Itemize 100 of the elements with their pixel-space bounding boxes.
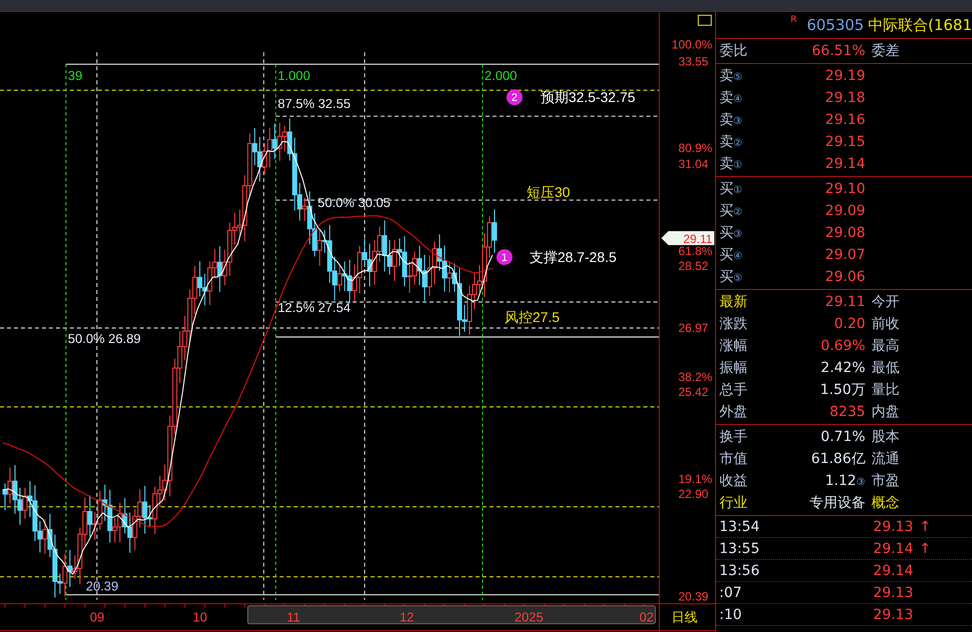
percent-label: 61.8%: [678, 244, 712, 258]
trade-price: 29.13: [872, 584, 914, 600]
price-label: 25.42: [678, 384, 708, 399]
field-label: 市值: [719, 450, 748, 468]
field-value: 0.71%: [820, 429, 866, 445]
grid-label: 2.000: [484, 68, 517, 84]
field-label: 最新: [719, 293, 748, 311]
price-label: 22.90: [678, 486, 708, 501]
order-level-label: 买④: [719, 246, 744, 264]
price-label: 26.97: [678, 321, 708, 335]
field-label: 涨跌: [719, 315, 748, 333]
stock-name: 中际联合(1681: [868, 16, 972, 34]
field-label: 最低: [871, 359, 900, 377]
price-label: 33.55: [678, 54, 708, 68]
percent-label: 19.1%: [678, 472, 712, 486]
order-price: 29.07: [824, 247, 866, 263]
field-label: 振幅: [719, 359, 748, 377]
trade-direction: ↑: [919, 540, 932, 556]
price-label: 28.52: [678, 259, 708, 274]
trade-time: :07: [719, 584, 743, 600]
field-label: 行业: [719, 494, 748, 512]
date-label: 10: [192, 610, 208, 625]
date-label: 2025: [514, 610, 544, 625]
price-label: 20.39: [678, 590, 708, 604]
fibonacci-label: 12.5% 27.54: [278, 300, 351, 315]
field-value: 1.12③: [824, 473, 866, 489]
numbered-marker: 1: [496, 249, 512, 266]
annotation-label: 预期32.5-32.75: [540, 89, 636, 106]
field-label: 前收: [871, 315, 900, 333]
order-price: 29.06: [824, 269, 866, 285]
field-value: 0.69%: [820, 338, 866, 354]
trade-price: 29.13: [872, 518, 914, 534]
scrollbar[interactable]: [247, 605, 656, 624]
field-label: 内盘: [871, 403, 900, 421]
field-label: 市盈: [871, 472, 900, 490]
field-label: 委比: [719, 42, 748, 60]
field-label: 委差: [871, 42, 900, 60]
annotation-label: 风控27.5: [504, 309, 560, 325]
trade-time: :10: [719, 606, 743, 622]
field-label: 最高: [871, 337, 900, 355]
order-price: 29.10: [824, 181, 866, 197]
field-label: 涨幅: [719, 337, 748, 355]
order-price: 29.15: [824, 134, 866, 150]
trade-direction: ↑: [919, 518, 932, 534]
trade-time: 13:55: [719, 540, 761, 556]
low-price-label: 20.39: [86, 578, 118, 594]
percent-label: 100.0%: [672, 37, 712, 52]
grid-label: 39: [68, 68, 82, 84]
order-level-label: 卖⑤: [719, 67, 744, 85]
trade-time: 13:54: [719, 518, 761, 534]
price-label: 31.04: [678, 157, 708, 172]
field-value: 8235: [828, 404, 866, 420]
order-level-label: 卖③: [719, 111, 744, 129]
stock-code: 605305: [806, 16, 864, 34]
trade-price: 29.14: [872, 540, 914, 556]
field-label: 今开: [871, 293, 900, 311]
order-price: 29.19: [824, 68, 866, 84]
percent-label: 38.2%: [678, 370, 712, 384]
period-label[interactable]: 日线: [671, 610, 698, 625]
field-label: 总手: [719, 381, 748, 399]
date-label: 09: [90, 610, 104, 625]
grid-label: 1.000: [278, 68, 310, 84]
annotation-label: 支撑28.7-28.5: [529, 249, 616, 266]
code-mark: R: [790, 15, 797, 25]
numbered-marker: 2: [506, 89, 522, 106]
order-level-label: 买①: [719, 180, 744, 198]
order-level-label: 卖④: [719, 89, 744, 107]
order-level-label: 买②: [719, 202, 744, 220]
field-label: 量比: [871, 381, 900, 399]
percent-label: 80.9%: [678, 141, 712, 156]
order-price: 29.14: [824, 156, 866, 172]
field-value: 1.50万: [819, 381, 866, 399]
date-label: 11: [286, 610, 300, 625]
panel-toggle-icon[interactable]: [698, 14, 712, 26]
date-label: 12: [400, 610, 414, 625]
order-level-label: 卖①: [719, 155, 744, 173]
fibonacci-label: 87.5% 32.55: [278, 96, 351, 112]
order-level-label: 卖②: [719, 133, 744, 151]
field-label: 换手: [719, 428, 748, 446]
field-value: 29.11: [824, 294, 866, 310]
trade-time: 13:56: [719, 562, 761, 578]
field-label: 概念: [871, 494, 900, 512]
date-label: 02: [639, 610, 654, 625]
order-level-label: 买⑤: [719, 268, 744, 286]
trade-price: 29.13: [872, 606, 914, 622]
field-label: 股本: [871, 428, 900, 446]
annotation-label: 短压30: [526, 184, 570, 200]
field-value: 66.51%: [810, 43, 866, 59]
order-price: 29.18: [824, 90, 866, 106]
field-label: 外盘: [719, 403, 748, 421]
fibonacci-label: 50.0% 26.89: [68, 330, 141, 346]
order-level-label: 买③: [719, 224, 744, 242]
order-price: 29.09: [824, 203, 866, 219]
field-label: 收益: [719, 472, 748, 490]
current-price-tag: 29.11: [661, 231, 714, 246]
field-value: 61.86亿: [810, 450, 866, 468]
field-value: 专用设备: [808, 494, 866, 512]
order-price: 29.16: [824, 112, 866, 128]
order-price: 29.08: [824, 225, 866, 241]
trade-price: 29.14: [872, 562, 914, 578]
